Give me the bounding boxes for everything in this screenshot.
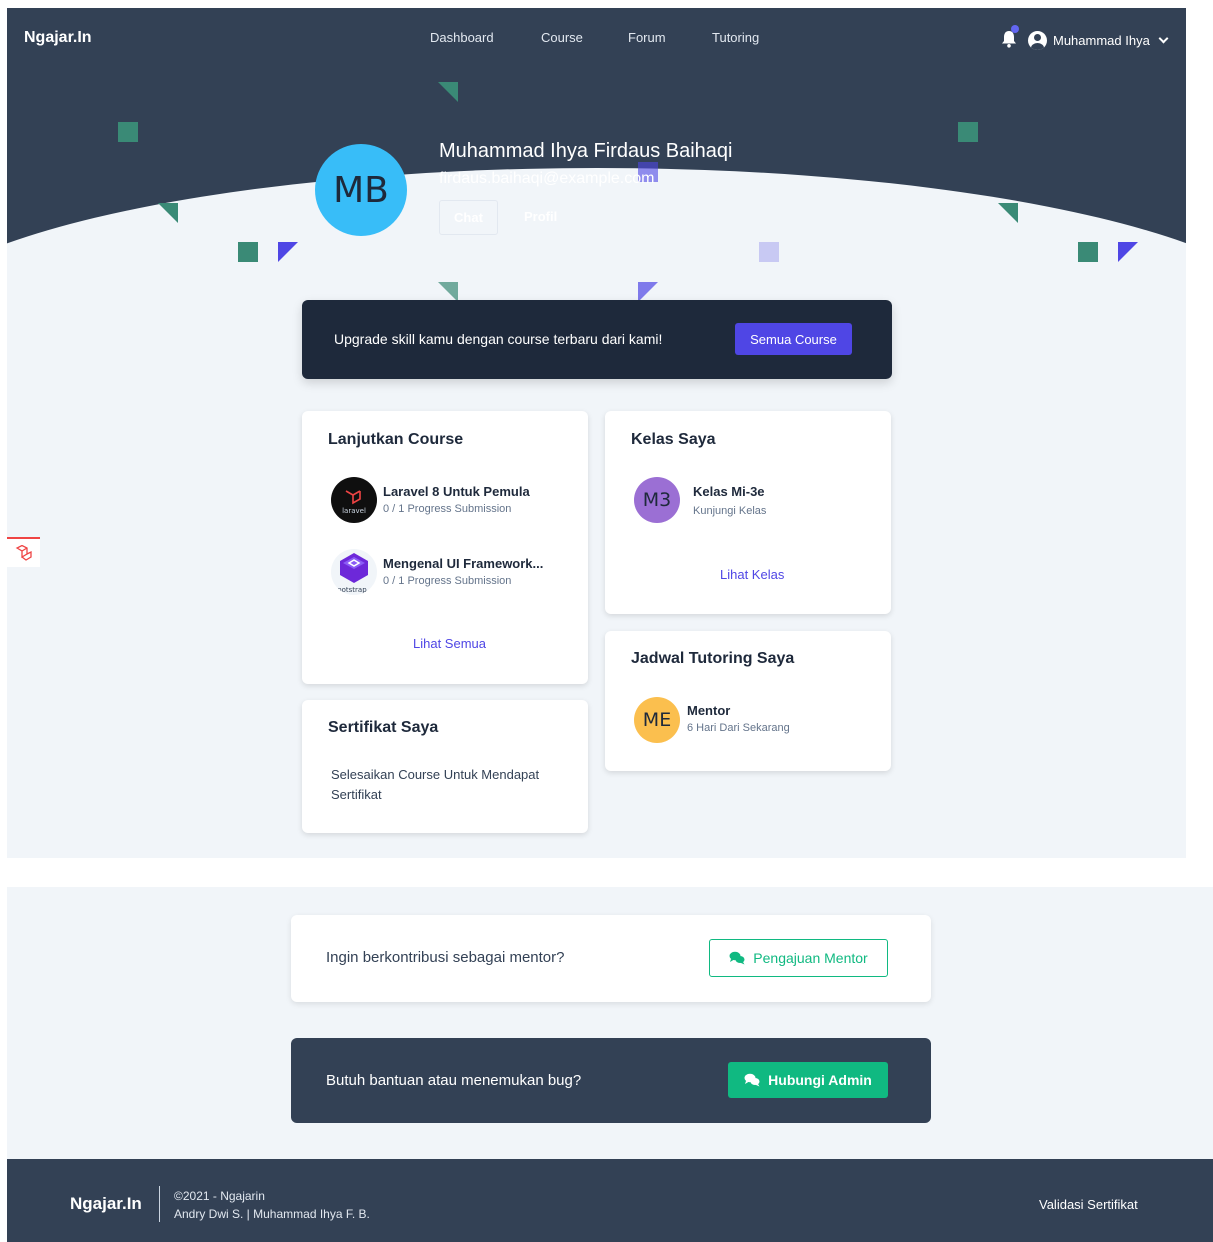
help-cta-box: Butuh bantuan atau menemukan bug? Hubung… — [291, 1038, 931, 1123]
user-menu[interactable]: Muhammad Ihya — [1028, 29, 1169, 51]
decor-square — [238, 242, 258, 262]
copyright-line: ©2021 - Ngajarin — [174, 1189, 265, 1203]
footer-copyright: ©2021 - Ngajarin Andry Dwi S. | Muhammad… — [174, 1187, 370, 1223]
hubungi-admin-label: Hubungi Admin — [768, 1072, 872, 1088]
course-item-title[interactable]: Laravel 8 Untuk Pemula — [383, 484, 530, 499]
debugbar-tab[interactable] — [7, 537, 40, 567]
user-name: Muhammad Ihya — [1053, 32, 1150, 48]
help-cta-text: Butuh bantuan atau menemukan bug? — [326, 1072, 582, 1089]
profile-email: firdaus.baihaqi@example.com — [439, 170, 655, 187]
profile-name: Muhammad Ihya Firdaus Baihaqi — [439, 140, 733, 162]
decor-triangle — [438, 282, 458, 302]
course-item-progress: 0 / 1 Progress Submission — [383, 575, 512, 587]
card-title: Sertifikat Saya — [328, 719, 439, 736]
validasi-sertifikat-link[interactable]: Validasi Sertifikat — [1039, 1197, 1138, 1212]
course-item-progress: 0 / 1 Progress Submission — [383, 503, 512, 515]
pengajuan-mentor-label: Pengajuan Mentor — [753, 950, 868, 966]
sertifikat-text: Sertifikat — [331, 787, 382, 802]
footer-brand[interactable]: Ngajar.In — [70, 1194, 142, 1214]
mentor-cta-box: Ingin berkontribusi sebagai mentor? Peng… — [291, 915, 931, 1002]
jadwal-tutoring-card: Jadwal Tutoring Saya ME Mentor 6 Hari Da… — [605, 631, 891, 771]
bootstrap-logo-text: ootstrap — [337, 586, 367, 594]
laravel-logo-text: laravel — [342, 507, 366, 515]
kelas-item-title[interactable]: Kelas Mi-3e — [693, 484, 765, 499]
course-item-title[interactable]: Mengenal UI Framework... — [383, 556, 543, 571]
comments-icon — [744, 1073, 760, 1087]
upgrade-text: Upgrade skill kamu dengan course terbaru… — [334, 331, 663, 347]
lanjutkan-course-card: Lanjutkan Course laravel Laravel 8 Untuk… — [302, 411, 588, 684]
lihat-kelas-link[interactable]: Lihat Kelas — [720, 567, 784, 582]
card-title: Kelas Saya — [631, 431, 716, 448]
authors-line: Andry Dwi S. | Muhammad Ihya F. B. — [174, 1207, 370, 1221]
nav-course[interactable]: Course — [541, 30, 583, 45]
sertifikat-text: Selesaikan Course Untuk Mendapat — [331, 767, 540, 782]
comments-icon — [729, 951, 745, 965]
nav-tutoring[interactable]: Tutoring — [712, 30, 759, 45]
semua-course-button[interactable]: Semua Course — [735, 323, 852, 355]
kunjungi-kelas-link[interactable]: Kunjungi Kelas — [693, 505, 766, 517]
footer-divider — [159, 1186, 160, 1222]
jadwal-item-time: 6 Hari Dari Sekarang — [687, 722, 790, 734]
brand-logo[interactable]: Ngajar.In — [24, 29, 92, 47]
profil-button[interactable]: Profil — [524, 209, 557, 224]
decor-square — [958, 122, 978, 142]
upgrade-banner: Upgrade skill kamu dengan course terbaru… — [302, 300, 892, 379]
top-navbar: Ngajar.In Dashboard Course Forum Tutorin… — [7, 8, 1186, 70]
bootstrap-logo-icon: ootstrap — [331, 549, 377, 595]
laravel-logo-icon: laravel — [331, 477, 377, 523]
lihat-semua-link[interactable]: Lihat Semua — [413, 636, 486, 651]
cta-section: Ingin berkontribusi sebagai mentor? Peng… — [7, 887, 1213, 1159]
decor-triangle — [278, 242, 298, 262]
nav-dashboard[interactable]: Dashboard — [430, 30, 494, 45]
decor-square — [759, 242, 779, 262]
kelas-saya-card: Kelas Saya M3 Kelas Mi-3e Kunjungi Kelas… — [605, 411, 891, 614]
chat-button[interactable]: Chat — [439, 200, 498, 235]
decor-triangle — [998, 203, 1018, 223]
user-circle-icon — [1028, 30, 1047, 50]
sertifikat-card: Sertifikat Saya Selesaikan Course Untuk … — [302, 700, 588, 833]
decor-square — [1078, 242, 1098, 262]
laravel-logo-icon — [15, 545, 32, 561]
decor-square — [118, 122, 138, 142]
kelas-avatar: M3 — [634, 477, 680, 523]
card-title: Jadwal Tutoring Saya — [631, 650, 795, 667]
nav-forum[interactable]: Forum — [628, 30, 666, 45]
decor-triangle — [438, 82, 458, 102]
pengajuan-mentor-button[interactable]: Pengajuan Mentor — [709, 939, 888, 977]
dashboard-area: Ngajar.In Dashboard Course Forum Tutorin… — [7, 8, 1186, 858]
decor-triangle — [1118, 242, 1138, 262]
mentor-avatar: ME — [634, 697, 680, 743]
decor-triangle — [638, 282, 658, 302]
jadwal-item-title[interactable]: Mentor — [687, 703, 730, 718]
card-title: Lanjutkan Course — [328, 431, 464, 448]
footer: Ngajar.In ©2021 - Ngajarin Andry Dwi S. … — [7, 1159, 1213, 1242]
notification-dot — [1011, 25, 1019, 33]
hubungi-admin-button[interactable]: Hubungi Admin — [728, 1062, 888, 1098]
decor-triangle — [158, 203, 178, 223]
chevron-down-icon — [1158, 33, 1169, 43]
profile-avatar: MB — [315, 144, 407, 236]
mentor-cta-text: Ingin berkontribusi sebagai mentor? — [326, 949, 565, 966]
